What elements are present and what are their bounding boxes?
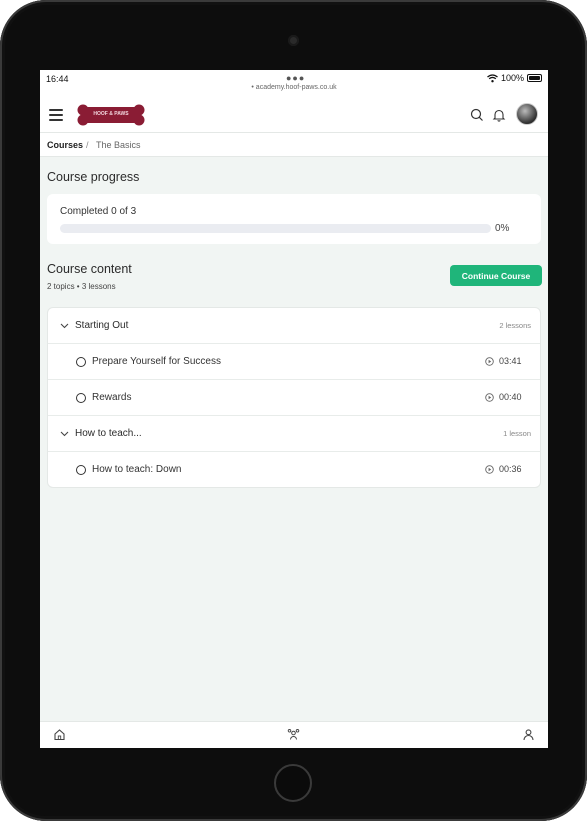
menu-icon[interactable] <box>49 109 63 121</box>
topic-title: Starting Out <box>75 320 129 331</box>
breadcrumb-courses[interactable]: Courses <box>47 140 83 150</box>
logo[interactable]: HOOF & PAWS <box>77 104 145 126</box>
video-play-icon <box>485 465 494 474</box>
content-list: Starting Out 2 lessons Prepare Yourself … <box>47 307 541 488</box>
lesson-title[interactable]: How to teach: Down <box>92 464 182 475</box>
continue-course-button[interactable]: Continue Course <box>450 265 542 286</box>
profile-icon[interactable] <box>522 728 535 741</box>
topic-lesson-count: 2 lessons <box>499 321 531 330</box>
topic-lesson-count: 1 lesson <box>503 429 531 438</box>
bell-icon[interactable] <box>492 108 506 122</box>
top-bar: HOOF & PAWS <box>40 97 548 133</box>
content-heading: Course content <box>47 262 132 276</box>
url-text: academy.hoof-paws.co.uk <box>255 84 337 91</box>
tablet-frame: 16:44 ●●● • academy.hoof-paws.co.uk 100% <box>0 0 587 821</box>
lesson-status-icon <box>76 393 86 403</box>
lesson-row[interactable]: Rewards 00:40 <box>48 380 540 416</box>
status-time: 16:44 <box>46 74 69 84</box>
community-icon[interactable] <box>287 728 300 741</box>
video-play-icon <box>485 393 494 402</box>
lesson-duration: 03:41 <box>499 356 522 366</box>
breadcrumb: Courses / The Basics <box>40 133 548 157</box>
battery-percent: 100% <box>500 73 524 83</box>
bottom-nav <box>40 721 548 748</box>
breadcrumb-separator: / <box>86 140 89 150</box>
lesson-title[interactable]: Prepare Yourself for Success <box>92 356 221 367</box>
topic-row[interactable]: How to teach... 1 lesson <box>48 416 540 452</box>
logo-text: HOOF & PAWS <box>93 111 129 117</box>
progress-bar <box>60 224 491 233</box>
avatar[interactable] <box>516 103 538 125</box>
chevron-down-icon[interactable] <box>60 321 69 330</box>
lesson-row[interactable]: How to teach: Down 00:36 <box>48 452 540 487</box>
lesson-status-icon <box>76 357 86 367</box>
progress-percent: 0% <box>495 223 510 234</box>
lesson-row[interactable]: Prepare Yourself for Success 03:41 <box>48 344 540 380</box>
topic-title: How to teach... <box>75 428 142 439</box>
address-url[interactable]: • academy.hoof-paws.co.uk <box>40 84 548 91</box>
topic-row[interactable]: Starting Out 2 lessons <box>48 308 540 344</box>
content-meta: 2 topics • 3 lessons <box>47 282 116 291</box>
status-right: 100% <box>487 73 542 83</box>
wifi-icon <box>487 73 498 82</box>
breadcrumb-current: The Basics <box>96 140 141 150</box>
home-button[interactable] <box>274 764 312 802</box>
browser-dots-icon[interactable]: ●●● <box>286 73 305 83</box>
battery-icon <box>527 74 542 82</box>
search-icon[interactable] <box>470 108 484 122</box>
lesson-duration: 00:40 <box>499 392 522 402</box>
camera-dot <box>288 35 299 46</box>
lesson-title[interactable]: Rewards <box>92 392 131 403</box>
progress-heading: Course progress <box>47 170 140 184</box>
chevron-down-icon[interactable] <box>60 429 69 438</box>
screen: 16:44 ●●● • academy.hoof-paws.co.uk 100% <box>40 70 548 748</box>
progress-label: Completed 0 of 3 <box>60 206 137 217</box>
progress-card: Completed 0 of 3 0% <box>47 194 541 244</box>
video-play-icon <box>485 357 494 366</box>
lesson-status-icon <box>76 465 86 475</box>
status-bar: 16:44 ●●● • academy.hoof-paws.co.uk 100% <box>40 70 548 97</box>
home-icon[interactable] <box>53 728 66 741</box>
lesson-duration: 00:36 <box>499 464 522 474</box>
